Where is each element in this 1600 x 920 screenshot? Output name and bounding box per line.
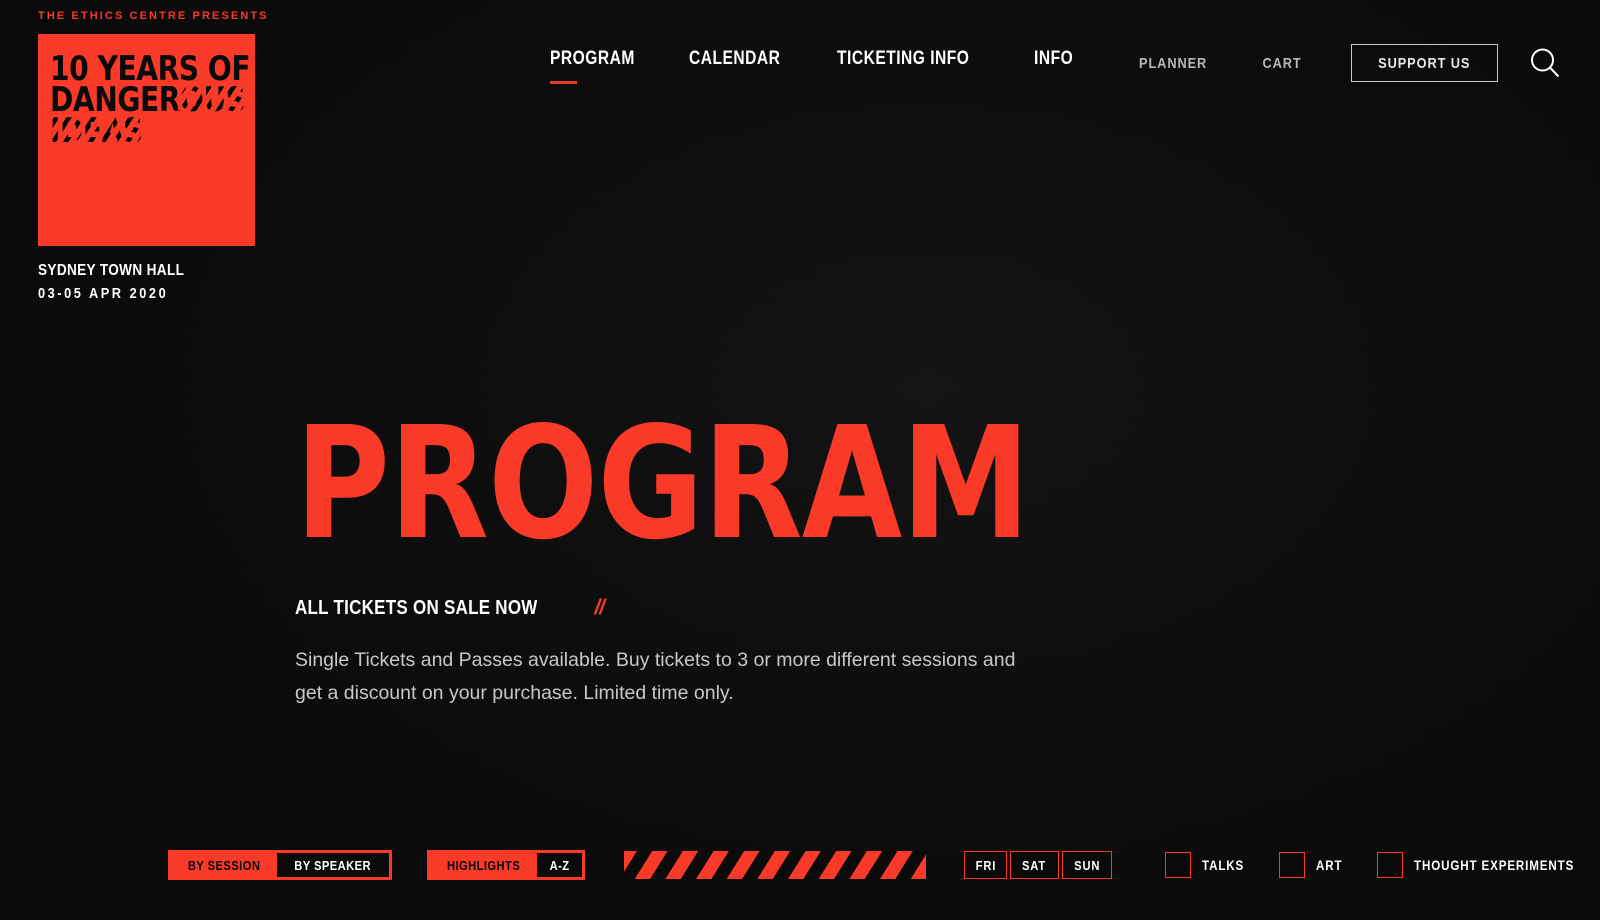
nav-item-ticketing-info[interactable]: TICKETING INFO bbox=[837, 48, 1034, 70]
active-nav-underline bbox=[550, 81, 577, 84]
logo-line-2-masked: OUS bbox=[178, 80, 248, 120]
header-utilities: PLANNER CART SUPPORT US bbox=[1133, 44, 1564, 82]
hero-section: PROGRAM ALL TICKETS ON SALE NOW // Singl… bbox=[295, 393, 1085, 710]
venue-name: SYDNEY TOWN HALL bbox=[38, 262, 185, 279]
nav-item-label: CALENDAR bbox=[689, 48, 781, 69]
nav-item-program[interactable]: PROGRAM bbox=[540, 48, 689, 84]
toggle-option-by-speaker[interactable]: BY SPEAKER bbox=[277, 853, 389, 877]
category-filter-art[interactable]: ART bbox=[1278, 852, 1347, 878]
day-filter-label: SUN bbox=[1073, 857, 1100, 873]
brand-logo-block[interactable]: THE ETHICS CENTRE PRESENTS 10 YEARS OF D… bbox=[38, 10, 298, 302]
toggle-option-label: BY SPEAKER bbox=[294, 857, 372, 873]
support-us-label: SUPPORT US bbox=[1378, 55, 1471, 72]
nav-item-calendar[interactable]: CALENDAR bbox=[689, 48, 836, 70]
day-filter-sat[interactable]: SAT bbox=[1010, 851, 1059, 879]
logo-line-3-masked: IDEAS bbox=[48, 111, 145, 151]
toggle-option-by-session[interactable]: BY SESSION bbox=[171, 853, 277, 877]
search-icon bbox=[1531, 48, 1560, 78]
toggle-option-label: HIGHLIGHTS bbox=[446, 857, 520, 873]
hero-subtitle: ALL TICKETS ON SALE NOW bbox=[295, 596, 538, 619]
festival-logo[interactable]: 10 YEARS OF DANGEROUS IDEAS bbox=[38, 34, 255, 246]
category-filter-thought-experiments[interactable]: THOUGHT EXPERIMENTS bbox=[1376, 852, 1600, 878]
hazard-stripe-divider bbox=[623, 851, 926, 879]
checkbox-icon[interactable] bbox=[1278, 852, 1305, 878]
nav-item-label: INFO bbox=[1034, 48, 1074, 69]
nav-item-info[interactable]: INFO bbox=[1034, 48, 1118, 70]
planner-link[interactable]: PLANNER bbox=[1139, 55, 1207, 72]
logo-wordmark: 10 YEARS OF DANGEROUS IDEAS bbox=[48, 52, 255, 151]
hero-subtitle-row: ALL TICKETS ON SALE NOW // bbox=[295, 596, 1085, 620]
search-button[interactable] bbox=[1526, 44, 1564, 82]
toggle-option-a-z[interactable]: A-Z bbox=[536, 853, 582, 877]
page-title: PROGRAM bbox=[295, 393, 1030, 574]
day-filter-fri[interactable]: FRI bbox=[963, 851, 1008, 879]
checkbox-icon[interactable] bbox=[1376, 852, 1403, 878]
nav-item-label: TICKETING INFO bbox=[836, 48, 970, 69]
logo-line-3: IDEAS bbox=[48, 111, 255, 151]
main-navigation: PROGRAM CALENDAR TICKETING INFO INFO bbox=[540, 48, 1118, 84]
day-filter-group: FRI SAT SUN bbox=[963, 851, 1112, 879]
toggle-option-label: BY SESSION bbox=[187, 857, 261, 873]
toggle-option-label: A-Z bbox=[549, 857, 570, 873]
category-filter-talks[interactable]: TALKS bbox=[1164, 852, 1251, 878]
category-filter-label: THOUGHT EXPERIMENTS bbox=[1413, 857, 1574, 873]
hero-body-text: Single Tickets and Passes available. Buy… bbox=[295, 649, 1016, 704]
toggle-option-highlights[interactable]: HIGHLIGHTS bbox=[430, 853, 537, 877]
day-filter-label: FRI bbox=[975, 857, 996, 873]
nav-item-label: PROGRAM bbox=[550, 48, 635, 69]
support-us-button[interactable]: SUPPORT US bbox=[1351, 44, 1498, 82]
page-root: THE ETHICS CENTRE PRESENTS 10 YEARS OF D… bbox=[0, 0, 1600, 920]
category-filter-label: TALKS bbox=[1201, 857, 1245, 873]
presenter-tagline: THE ETHICS CENTRE PRESENTS bbox=[38, 10, 269, 22]
event-dates: 03-05 APR 2020 bbox=[38, 285, 169, 302]
day-filter-sun[interactable]: SUN bbox=[1061, 851, 1112, 879]
checkbox-icon[interactable] bbox=[1164, 852, 1191, 878]
cart-link[interactable]: CART bbox=[1263, 55, 1302, 72]
view-toggle[interactable]: BY SESSION BY SPEAKER bbox=[168, 850, 392, 880]
day-filter-label: SAT bbox=[1022, 857, 1047, 873]
sort-toggle[interactable]: HIGHLIGHTS A-Z bbox=[426, 850, 585, 880]
category-filter-label: ART bbox=[1315, 857, 1343, 873]
filter-bar: BY SESSION BY SPEAKER HIGHLIGHTS A-Z FRI… bbox=[0, 848, 1600, 882]
slash-accent: // bbox=[594, 596, 605, 619]
